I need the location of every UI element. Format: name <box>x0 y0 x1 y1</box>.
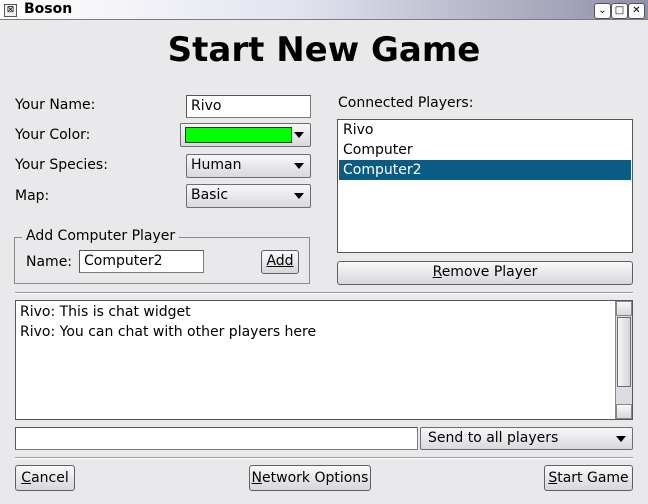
chat-target-value: Send to all players <box>428 430 559 446</box>
start-game-button[interactable]: Start Game <box>544 465 633 491</box>
add-computer-group-title: Add Computer Player <box>22 228 180 244</box>
window-menu-icon[interactable]: ⊠ <box>4 4 17 17</box>
add-button[interactable]: Add <box>261 250 299 274</box>
separator <box>15 292 633 294</box>
color-combo[interactable] <box>180 123 311 147</box>
scroll-up-arrow[interactable] <box>616 301 632 316</box>
map-combo[interactable]: Basic <box>186 184 311 208</box>
player-item-selected[interactable]: Computer2 <box>339 160 631 180</box>
chat-scrollbar[interactable] <box>615 301 632 419</box>
page-title: Start New Game <box>167 30 481 70</box>
chevron-down-icon <box>294 132 304 138</box>
name-field[interactable]: Rivo <box>186 95 311 118</box>
chevron-down-icon <box>294 193 304 199</box>
chevron-down-icon <box>616 436 626 442</box>
map-label: Map: <box>15 188 50 204</box>
chat-target-combo[interactable]: Send to all players <box>420 427 633 450</box>
add-label: Add <box>266 253 294 269</box>
scroll-down-arrow[interactable] <box>616 404 632 419</box>
scroll-thumb[interactable] <box>617 317 631 387</box>
close-icon[interactable]: ✕ <box>628 3 645 19</box>
remove-player-button[interactable]: Remove Player <box>337 261 633 285</box>
chat-log[interactable]: Rivo: This is chat widget Rivo: You can … <box>15 300 633 420</box>
species-combo[interactable]: Human <box>186 154 311 178</box>
chat-message: Rivo: You can chat with other players he… <box>20 324 317 340</box>
cancel-label: Cancel <box>21 470 69 486</box>
title-bar: ⊠ Boson ⌄ □ ✕ <box>0 0 648 20</box>
name-label: Your Name: <box>15 97 96 113</box>
chevron-down-icon <box>294 163 304 169</box>
cancel-button[interactable]: Cancel <box>15 465 75 491</box>
computer-name-label: Name: <box>26 254 73 270</box>
maximize-icon[interactable]: □ <box>611 3 628 19</box>
color-swatch <box>185 127 292 143</box>
network-options-label: Network Options <box>251 470 369 486</box>
remove-player-label: Remove Player <box>432 264 538 280</box>
chat-message: Rivo: This is chat widget <box>20 304 191 320</box>
chevron-down-icon[interactable]: ⌄ <box>594 3 611 19</box>
separator <box>15 457 633 459</box>
window-title: Boson <box>24 1 73 17</box>
player-item[interactable]: Computer <box>339 140 631 160</box>
player-item[interactable]: Rivo <box>339 120 631 140</box>
players-list[interactable]: Rivo Computer Computer2 <box>337 119 633 253</box>
species-value: Human <box>191 157 242 173</box>
chat-input[interactable] <box>15 427 418 450</box>
map-value: Basic <box>191 187 229 203</box>
color-label: Your Color: <box>15 127 91 143</box>
network-options-button[interactable]: Network Options <box>249 465 371 491</box>
species-label: Your Species: <box>15 157 108 173</box>
computer-name-field[interactable]: Computer2 <box>79 250 204 273</box>
players-label: Connected Players: <box>338 95 474 111</box>
start-game-label: Start Game <box>548 470 629 486</box>
